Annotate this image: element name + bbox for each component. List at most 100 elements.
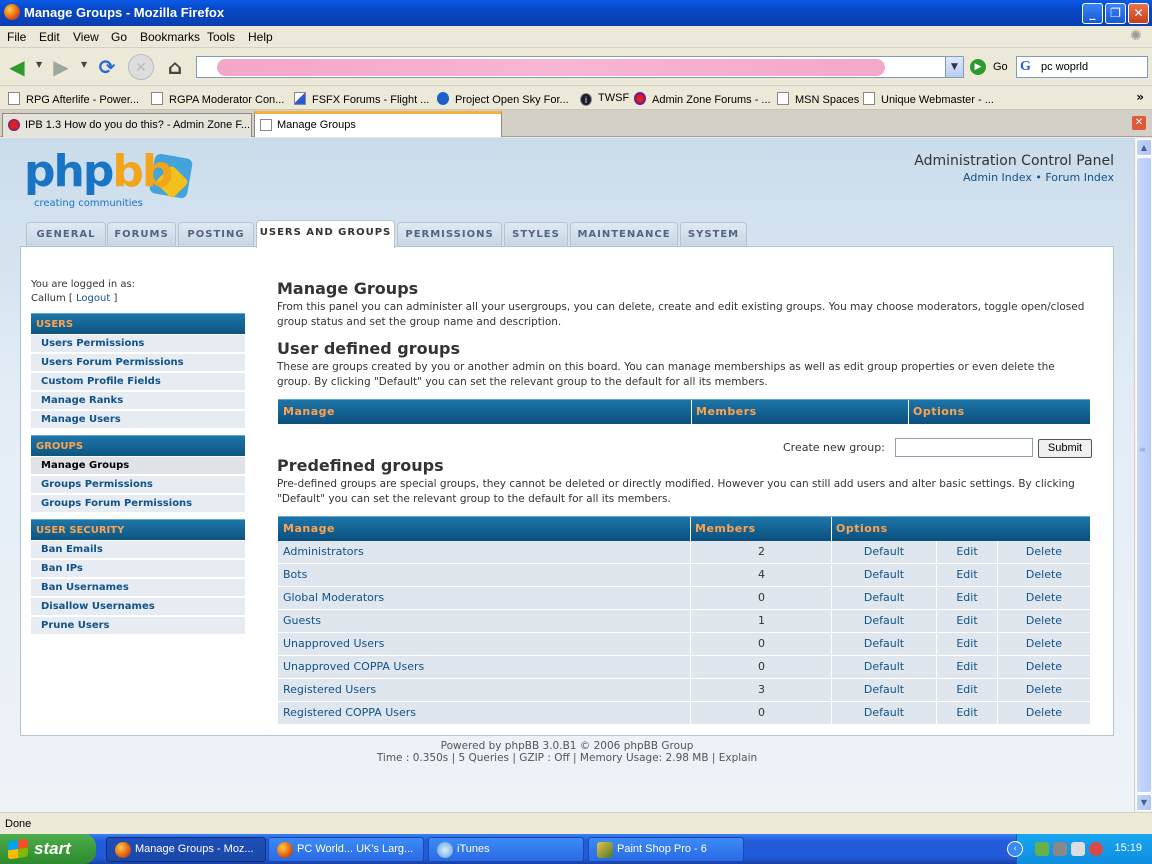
menu-item-disallow-usernames[interactable]: Disallow Usernames [31, 598, 245, 616]
reload-icon[interactable]: ⟳ [94, 54, 120, 80]
submit-button[interactable]: Submit [1038, 439, 1092, 458]
logout-link[interactable]: Logout [76, 293, 110, 304]
minimize-button[interactable]: _ [1082, 3, 1103, 24]
back-dropdown-icon[interactable]: ▼ [36, 60, 42, 69]
edit-link[interactable]: Edit [937, 633, 997, 655]
tab-styles[interactable]: STYLES [504, 222, 568, 247]
scroll-up-icon[interactable]: ▲ [1136, 139, 1152, 156]
group-name-link[interactable]: Guests [278, 610, 690, 632]
edit-link[interactable]: Edit [937, 656, 997, 678]
group-name-link[interactable]: Administrators [278, 541, 690, 563]
menu-item-manage-users[interactable]: Manage Users [31, 411, 245, 429]
phpbb-logo[interactable]: phpbb creating communities [24, 148, 204, 212]
group-name-link[interactable]: Bots [278, 564, 690, 586]
menu-item-users-forum-permissions[interactable]: Users Forum Permissions [31, 354, 245, 372]
edit-link[interactable]: Edit [937, 610, 997, 632]
delete-link[interactable]: Delete [998, 656, 1090, 678]
go-button[interactable]: Go [993, 61, 1008, 73]
browser-tab-active[interactable]: Manage Groups [254, 111, 502, 137]
edit-link[interactable]: Edit [937, 587, 997, 609]
default-link[interactable]: Default [832, 587, 936, 609]
admin-index-link[interactable]: Admin Index [963, 171, 1032, 184]
home-icon[interactable]: ⌂ [162, 54, 188, 80]
menu-item-manage-ranks[interactable]: Manage Ranks [31, 392, 245, 410]
menu-item-groups-forum-permissions[interactable]: Groups Forum Permissions [31, 495, 245, 513]
taskbar-item-paintshop[interactable]: Paint Shop Pro - 6 [588, 837, 744, 862]
bookmark-item[interactable]: i TWSF [580, 92, 629, 106]
security-icon[interactable] [1089, 842, 1103, 856]
taskbar-item-itunes[interactable]: iTunes [428, 837, 584, 862]
menu-item-manage-groups[interactable]: Manage Groups [31, 457, 245, 475]
delete-link[interactable]: Delete [998, 564, 1090, 586]
edit-link[interactable]: Edit [937, 564, 997, 586]
back-arrow-icon[interactable]: ◀ [4, 54, 30, 80]
tray-expand-icon[interactable]: ‹ [1007, 841, 1023, 857]
bookmark-item[interactable]: Project Open Sky For... [437, 92, 569, 106]
bookmark-item[interactable]: RGPA Moderator Con... [151, 92, 284, 106]
start-button[interactable]: start [0, 834, 96, 864]
default-link[interactable]: Default [832, 541, 936, 563]
search-input[interactable]: G pc woprld [1016, 56, 1148, 78]
vertical-scrollbar[interactable]: ▲ ≡ ▼ [1134, 138, 1152, 812]
menu-item-groups-permissions[interactable]: Groups Permissions [31, 476, 245, 494]
edit-link[interactable]: Edit [937, 679, 997, 701]
go-icon[interactable]: ▶ [970, 59, 986, 75]
delete-link[interactable]: Delete [998, 679, 1090, 701]
delete-link[interactable]: Delete [998, 587, 1090, 609]
edit-link[interactable]: Edit [937, 702, 997, 724]
close-tab-icon[interactable]: ✕ [1132, 116, 1146, 130]
default-link[interactable]: Default [832, 610, 936, 632]
volume-icon[interactable] [1053, 842, 1067, 856]
menu-go[interactable]: Go [111, 30, 127, 44]
tab-permissions[interactable]: PERMISSIONS [397, 222, 502, 247]
taskbar-item-pcworld[interactable]: PC World... UK's Larg... [268, 837, 424, 862]
bookmark-item[interactable]: RPG Afterlife - Power... [8, 92, 139, 106]
scroll-down-icon[interactable]: ▼ [1136, 794, 1152, 811]
browser-tab[interactable]: IPB 1.3 How do you do this? - Admin Zone… [2, 113, 252, 137]
menu-item-ban-emails[interactable]: Ban Emails [31, 541, 245, 559]
mail-icon[interactable] [1071, 842, 1085, 856]
tab-system[interactable]: SYSTEM [680, 222, 747, 247]
delete-link[interactable]: Delete [998, 541, 1090, 563]
menu-tools[interactable]: Tools [207, 30, 235, 44]
default-link[interactable]: Default [832, 564, 936, 586]
close-button[interactable]: ✕ [1128, 3, 1149, 24]
network-icon[interactable] [1035, 842, 1049, 856]
address-bar[interactable]: ▼ [196, 56, 964, 78]
forward-arrow-icon[interactable]: ▶ [48, 54, 74, 80]
chevron-more-icon[interactable]: » [1136, 90, 1144, 104]
tab-maintenance[interactable]: MAINTENANCE [570, 222, 678, 247]
default-link[interactable]: Default [832, 679, 936, 701]
default-link[interactable]: Default [832, 633, 936, 655]
menu-item-custom-profile-fields[interactable]: Custom Profile Fields [31, 373, 245, 391]
tab-posting[interactable]: POSTING [178, 222, 254, 247]
default-link[interactable]: Default [832, 702, 936, 724]
menu-bookmarks[interactable]: Bookmarks [140, 30, 200, 44]
menu-item-prune-users[interactable]: Prune Users [31, 617, 245, 635]
bookmark-item[interactable]: Admin Zone Forums - ... [634, 92, 771, 106]
group-name-link[interactable]: Unapproved Users [278, 633, 690, 655]
bookmark-item[interactable]: FSFX Forums - Flight ... [294, 92, 429, 106]
group-name-link[interactable]: Global Moderators [278, 587, 690, 609]
menu-edit[interactable]: Edit [39, 30, 60, 44]
default-link[interactable]: Default [832, 656, 936, 678]
delete-link[interactable]: Delete [998, 633, 1090, 655]
bookmark-item[interactable]: MSN Spaces [777, 92, 859, 106]
edit-link[interactable]: Edit [937, 541, 997, 563]
forum-index-link[interactable]: Forum Index [1045, 171, 1114, 184]
create-group-input[interactable] [895, 438, 1033, 457]
group-name-link[interactable]: Registered COPPA Users [278, 702, 690, 724]
menu-item-ban-usernames[interactable]: Ban Usernames [31, 579, 245, 597]
scroll-thumb[interactable] [1136, 157, 1152, 793]
group-name-link[interactable]: Registered Users [278, 679, 690, 701]
maximize-button[interactable]: ❐ [1105, 3, 1126, 24]
menu-file[interactable]: File [7, 30, 26, 44]
group-name-link[interactable]: Unapproved COPPA Users [278, 656, 690, 678]
forward-dropdown-icon[interactable]: ▼ [81, 60, 87, 69]
tab-forums[interactable]: FORUMS [107, 222, 176, 247]
delete-link[interactable]: Delete [998, 610, 1090, 632]
tab-general[interactable]: GENERAL [26, 222, 106, 247]
bookmark-item[interactable]: Unique Webmaster - ... [863, 92, 994, 106]
google-icon[interactable]: G [1020, 59, 1031, 75]
tab-users-and-groups[interactable]: USERS AND GROUPS [256, 220, 395, 248]
